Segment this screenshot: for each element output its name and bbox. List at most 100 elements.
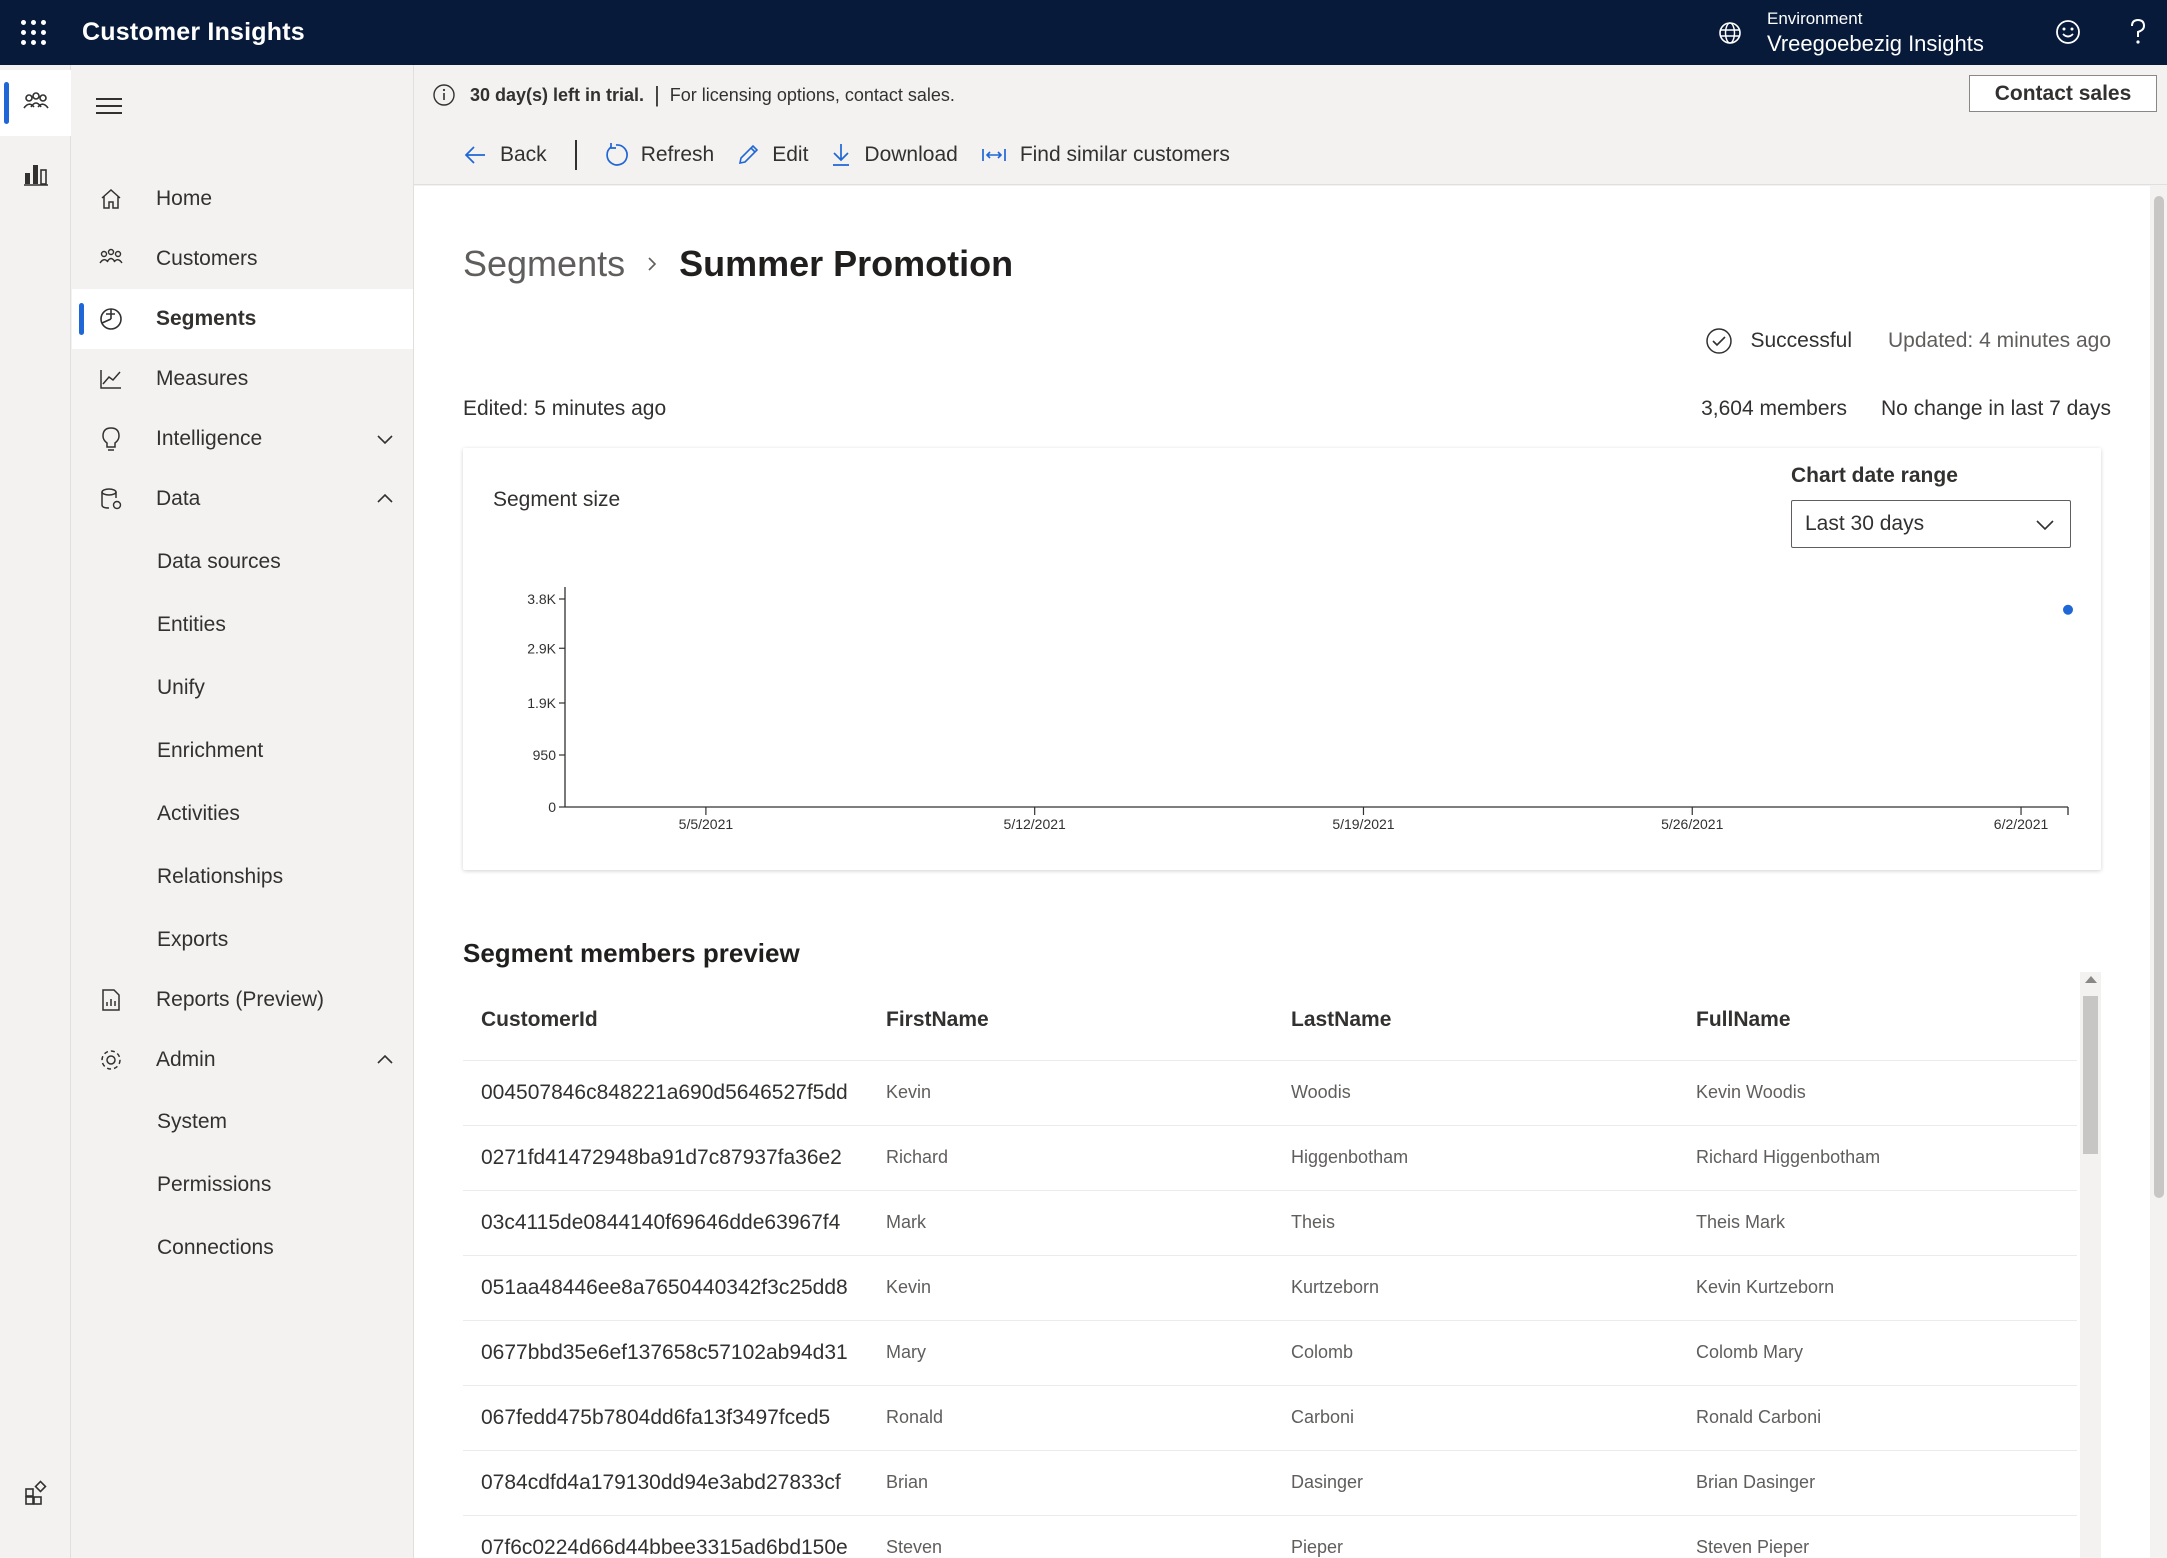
scroll-up-icon[interactable] [2085, 976, 2097, 983]
cell-lastname: Kurtzeborn [1273, 1255, 1678, 1321]
nav-sub-unify[interactable]: Unify [72, 658, 413, 718]
nav-item-reports[interactable]: Reports (Preview) [72, 970, 413, 1030]
nav-item-admin[interactable]: Admin [72, 1030, 413, 1090]
breadcrumb: Segments Summer Promotion [463, 243, 1013, 285]
download-icon [833, 143, 850, 166]
chevron-right-icon [648, 257, 657, 271]
data-point [2063, 604, 2073, 615]
table-scroll-thumb[interactable] [2083, 996, 2098, 1154]
feedback-smiley-icon[interactable] [2051, 15, 2085, 49]
nav-sub-exports[interactable]: Exports [72, 910, 413, 970]
refresh-button[interactable]: Refresh [603, 125, 714, 185]
table-row[interactable]: 0784cdfd4a179130dd94e3abd27833cf Brian Das… [463, 1450, 2077, 1516]
find-similar-customers-button[interactable]: Find similar customers [980, 125, 1230, 185]
help-icon[interactable] [2121, 15, 2155, 49]
left-navigation: Home Customers Segments Measures Intelli… [72, 65, 414, 1558]
y-tick-label: 3.8K [527, 591, 556, 607]
nav-sub-connections[interactable]: Connections [72, 1218, 413, 1278]
nav-label: Reports (Preview) [156, 988, 325, 1011]
cell-firstname: Mary [868, 1320, 1273, 1386]
page-title: Summer Promotion [679, 243, 1014, 284]
cell-customerid: 0271fd41472948ba91d7c87937fa36e2 [463, 1125, 868, 1191]
rail-customer-insights-icon[interactable] [0, 70, 71, 136]
y-tick-label: 0 [548, 799, 556, 815]
table-row[interactable]: 07f6c0224d66d44bbee3315ad6bd150e Steven Pi… [463, 1515, 2077, 1558]
chevron-up-icon[interactable] [373, 487, 397, 511]
app-title[interactable]: Customer Insights [82, 18, 305, 47]
breadcrumb-segments-link[interactable]: Segments [463, 243, 625, 285]
environment-name: Vreegoebezig Insights [1767, 30, 1984, 56]
cell-firstname: Kevin [868, 1060, 1273, 1126]
column-header-customerid[interactable]: CustomerId [463, 972, 868, 1061]
member-summary: 3,604 members No change in last 7 days [1701, 397, 2111, 421]
nav-item-measures[interactable]: Measures [72, 349, 413, 409]
page-scrollbar[interactable] [2150, 186, 2167, 1558]
page-scroll-thumb[interactable] [2154, 196, 2164, 1198]
environment-picker[interactable]: Environment Vreegoebezig Insights [1715, 0, 1984, 65]
column-header-lastname[interactable]: LastName [1273, 972, 1678, 1061]
globe-icon [1719, 21, 1741, 44]
cell-lastname: Dasinger [1273, 1450, 1678, 1516]
edited-time: Edited: 5 minutes ago [463, 397, 667, 420]
cell-customerid: 07f6c0224d66d44bbee3315ad6bd150e [463, 1515, 868, 1558]
cell-customerid: 051aa48446ee8a7650440342f3c25dd8 [463, 1255, 868, 1321]
nav-sub-system[interactable]: System [72, 1092, 413, 1152]
nav-sub-permissions[interactable]: Permissions [72, 1155, 413, 1215]
nav-item-home[interactable]: Home [72, 169, 413, 229]
table-row[interactable]: 004507846c848221a690d5646527f5dd Kevin Woo… [463, 1060, 2077, 1126]
rail-reports-icon[interactable] [0, 140, 71, 206]
command-divider [574, 139, 577, 170]
cell-fullname: Kevin Woodis [1678, 1060, 2077, 1126]
members-table: CustomerId FirstName LastName FullName 0… [463, 972, 2077, 1558]
column-header-firstname[interactable]: FirstName [868, 972, 1273, 1061]
nav-sub-entities[interactable]: Entities [72, 595, 413, 655]
nav-item-intelligence[interactable]: Intelligence [72, 409, 413, 469]
cell-firstname: Steven [868, 1515, 1273, 1558]
table-row[interactable]: 03c4115de0844140f69646dde63967f4 Mark Thei… [463, 1190, 2077, 1256]
cell-customerid: 0784cdfd4a179130dd94e3abd27833cf [463, 1450, 868, 1516]
nav-sub-enrichment[interactable]: Enrichment [72, 721, 413, 781]
find-similar-icon [981, 148, 1006, 161]
nav-item-data[interactable]: Data [72, 469, 413, 529]
nav-label: Home [156, 187, 213, 210]
cell-lastname: Colomb [1273, 1320, 1678, 1386]
cell-fullname: Richard Higgenbotham [1678, 1125, 2077, 1191]
pencil-icon [739, 144, 759, 164]
chevron-down-icon[interactable] [373, 427, 397, 451]
contact-sales-button[interactable]: Contact sales [1969, 75, 2157, 112]
download-button[interactable]: Download [830, 125, 958, 185]
x-tick-label: 5/12/2021 [1004, 816, 1066, 832]
table-scrollbar[interactable] [2080, 972, 2101, 1558]
collapse-nav-icon[interactable] [96, 98, 122, 119]
x-tick-label: 5/26/2021 [1661, 816, 1723, 832]
rail-apps-icon[interactable] [0, 1460, 71, 1526]
edit-button[interactable]: Edit [736, 125, 808, 185]
column-header-fullname[interactable]: FullName [1678, 972, 2077, 1061]
find-similar-label: Find similar customers [1019, 142, 1230, 166]
table-row[interactable]: 067fedd475b7804dd6fa13f3497fced5 Ronald Ca… [463, 1385, 2077, 1451]
nav-sub-data-sources[interactable]: Data sources [72, 532, 413, 592]
preview-title: Segment members preview [463, 938, 800, 968]
nav-label: Measures [156, 367, 249, 390]
report-icon [96, 985, 126, 1015]
nav-item-customers[interactable]: Customers [72, 229, 413, 289]
x-tick-label: 5/19/2021 [1332, 816, 1394, 832]
people-icon [96, 244, 126, 274]
x-tick-label: 6/2/2021 [1994, 816, 2049, 832]
nav-sub-relationships[interactable]: Relationships [72, 847, 413, 907]
refresh-icon [605, 142, 628, 166]
y-tick-label: 950 [533, 747, 557, 763]
chart-date-range-dropdown[interactable]: Last 30 days [1791, 500, 2071, 548]
nav-sub-activities[interactable]: Activities [72, 784, 413, 844]
trial-banner: 30 day(s) left in trial. | For licensing… [414, 65, 2167, 125]
table-row[interactable]: 0271fd41472948ba91d7c87937fa36e2 Richard H… [463, 1125, 2077, 1191]
back-button[interactable]: Back [462, 125, 547, 185]
cell-lastname: Carboni [1273, 1385, 1678, 1451]
table-row[interactable]: 051aa48446ee8a7650440342f3c25dd8 Kevin Kur… [463, 1255, 2077, 1321]
chevron-up-icon[interactable] [373, 1048, 397, 1072]
table-row[interactable]: 0677bbd35e6ef137658c57102ab94d31 Mary Colo… [463, 1320, 2077, 1386]
nav-item-segments[interactable]: Segments [72, 289, 413, 349]
nav-label: Data [156, 487, 201, 510]
app-rail [0, 65, 71, 1558]
app-launcher-icon[interactable] [0, 0, 66, 65]
